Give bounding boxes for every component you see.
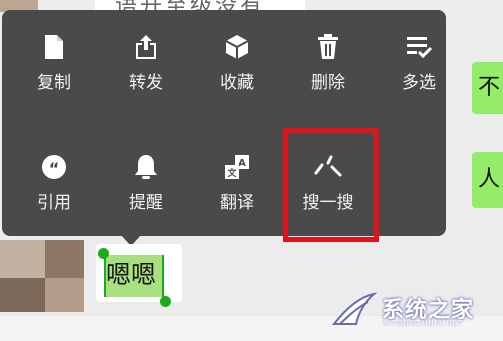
menu-item-label: 提醒: [129, 193, 163, 213]
menu-item-multi-select[interactable]: 多选: [383, 30, 455, 110]
right-message-bubble-2[interactable]: 人: [472, 152, 503, 208]
menu-item-forward[interactable]: 转发: [110, 30, 182, 110]
bell-icon: [110, 150, 182, 184]
menu-item-label: 引用: [37, 193, 71, 213]
favorite-icon: [201, 30, 273, 64]
menu-item-translate[interactable]: A文 翻译: [201, 150, 273, 230]
right-message-bubble-1[interactable]: 不: [472, 62, 503, 114]
sender-avatar[interactable]: [0, 240, 84, 312]
right-bubble-text-2: 人: [478, 167, 501, 192]
menu-item-delete[interactable]: 删除: [292, 30, 364, 110]
menu-item-label: 删除: [311, 73, 345, 93]
menu-item-copy[interactable]: 复制: [18, 30, 90, 110]
search-one-highlight-box: [283, 128, 379, 242]
translate-icon: A文: [201, 150, 273, 184]
menu-item-label: 翻译: [220, 193, 254, 213]
svg-text:A: A: [238, 158, 246, 169]
copy-icon: [18, 30, 90, 64]
watermark-logo-icon: [331, 292, 378, 325]
menu-item-quote[interactable]: “ 引用: [18, 150, 90, 230]
selection-end-handle[interactable]: [160, 296, 171, 307]
svg-text:文: 文: [226, 167, 237, 179]
svg-text:“: “: [49, 159, 60, 178]
menu-item-label: 转发: [129, 73, 163, 93]
menu-item-label: 多选: [402, 73, 436, 93]
watermark-subtitle: XITONGZHIJIA.NET: [383, 319, 464, 327]
trash-icon: [292, 30, 364, 64]
menu-item-label: 收藏: [220, 73, 254, 93]
message-text[interactable]: 嗯嗯: [106, 257, 156, 293]
menu-item-remind[interactable]: 提醒: [110, 150, 182, 230]
forward-icon: [110, 30, 182, 64]
menu-item-label: 复制: [37, 73, 71, 93]
selection-start-handle[interactable]: [98, 248, 109, 259]
watermark: 系统之家 XITONGZHIJIA.NET: [330, 286, 500, 336]
menu-item-favorite[interactable]: 收藏: [201, 30, 273, 110]
multi-select-icon: [383, 30, 455, 64]
right-bubble-text-1: 不: [478, 75, 501, 100]
quote-icon: “: [18, 150, 90, 184]
